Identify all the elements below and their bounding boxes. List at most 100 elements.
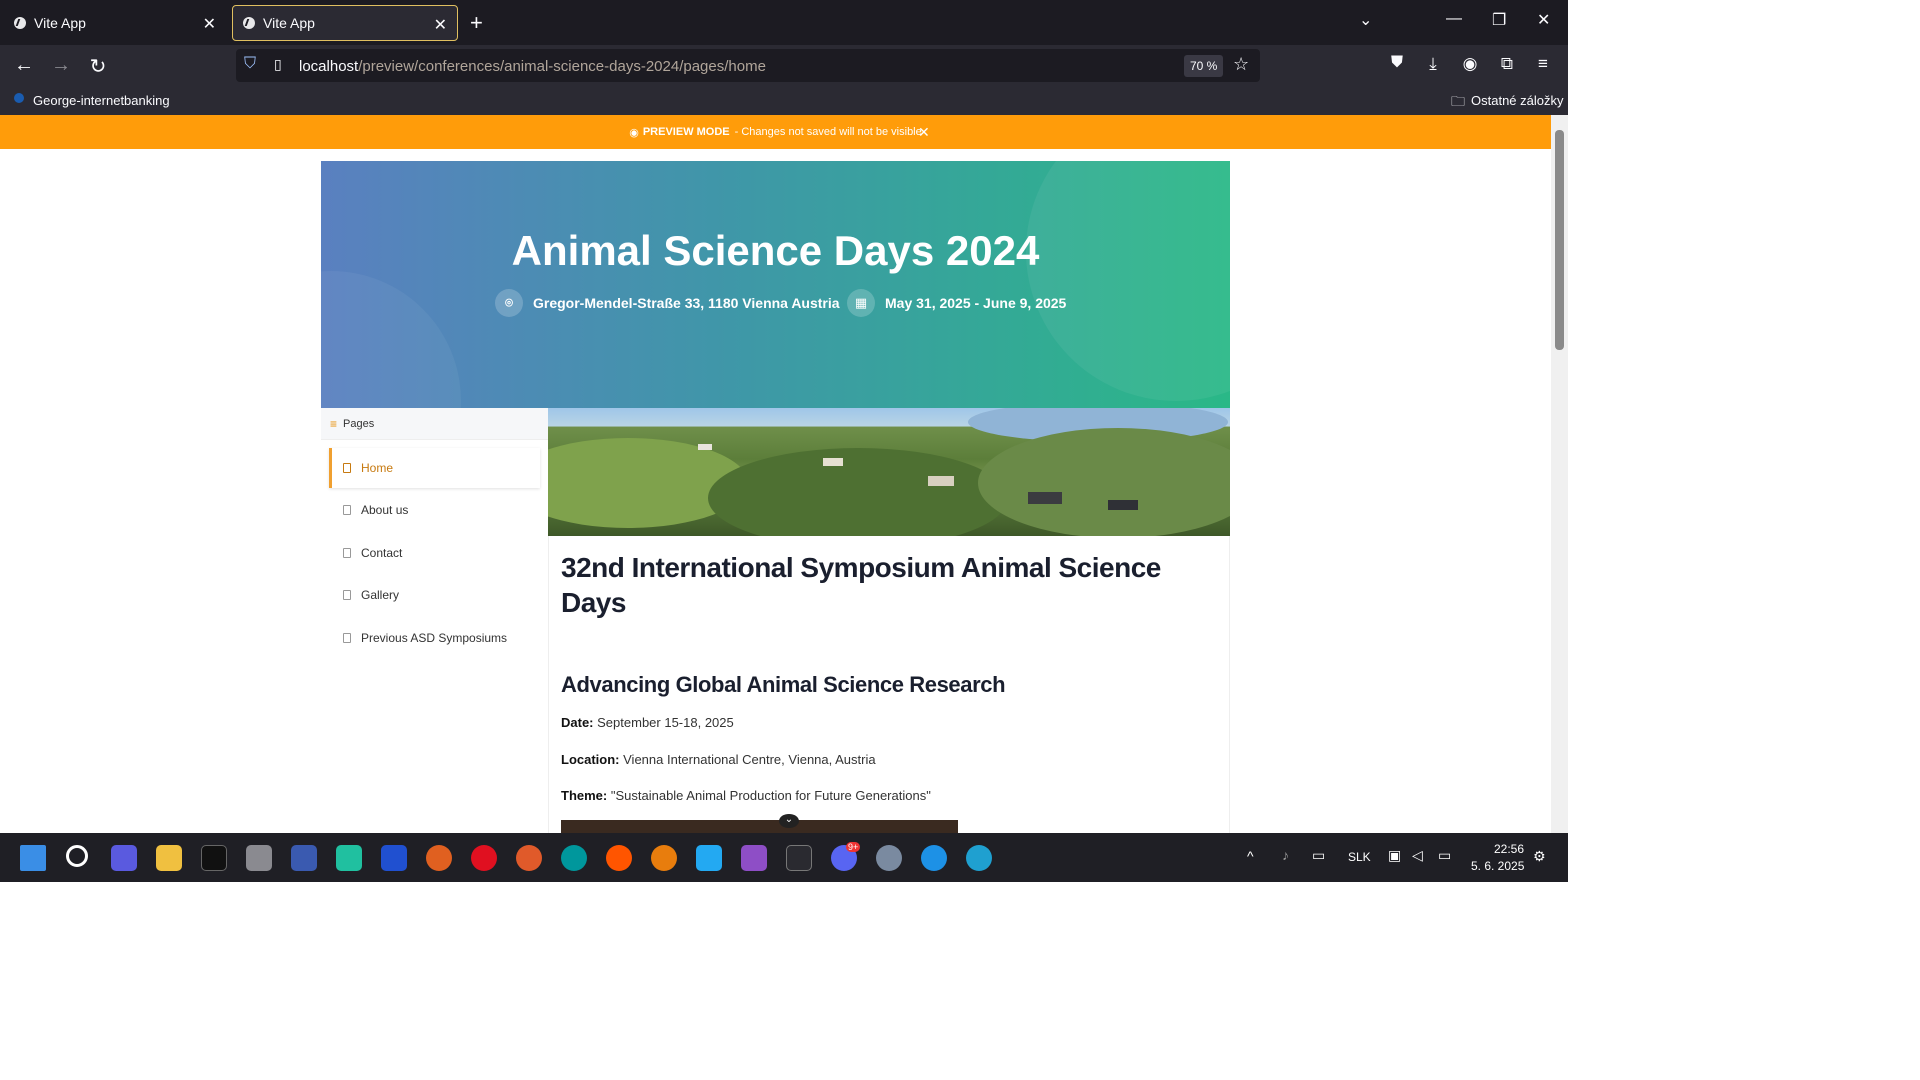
vite-favicon-icon: [14, 17, 26, 29]
date-value: September 15-18, 2025: [597, 715, 734, 730]
pocket-icon[interactable]: ⛊: [1385, 54, 1409, 72]
extensions-icon[interactable]: ⧉: [1495, 54, 1519, 74]
close-tab-icon[interactable]: ✕: [434, 15, 447, 35]
back-arrow-icon[interactable]: ←: [12, 54, 36, 77]
sidebar-item-gallery[interactable]: Gallery: [329, 575, 540, 615]
settings-gear-icon[interactable]: [876, 845, 902, 871]
sidebar-item-label: Previous ASD Symposiums: [361, 631, 508, 645]
scrollbar-thumb[interactable]: [1555, 130, 1564, 350]
page-icon[interactable]: ▯: [274, 56, 282, 73]
network-icon[interactable]: ▣: [1388, 847, 1401, 864]
list-icon: ≡: [330, 416, 338, 431]
location-label: Location:: [561, 752, 620, 767]
account-icon[interactable]: ◉: [1458, 54, 1482, 74]
sidebar-item-label: About us: [361, 503, 409, 517]
sidebar-item-contact[interactable]: Contact: [329, 533, 540, 573]
blender-icon[interactable]: [651, 845, 677, 871]
url-host: localhost: [299, 58, 359, 75]
windows-start-icon[interactable]: [20, 845, 46, 871]
minimize-button[interactable]: —: [1446, 10, 1462, 28]
app-d-icon[interactable]: [111, 845, 137, 871]
url-text[interactable]: localhost/preview/conferences/animal-sci…: [299, 58, 766, 75]
event-date: Date: September 15-18, 2025: [561, 715, 734, 730]
forward-arrow-icon[interactable]: →: [49, 54, 73, 77]
photo-building: [698, 444, 712, 450]
location-text: Gregor-Mendel-Straße 33, 1180 Vienna Aus…: [533, 295, 840, 311]
vscode-icon[interactable]: [696, 845, 722, 871]
clock-time[interactable]: 22:56: [1494, 842, 1524, 856]
tab-vite-app-2[interactable]: Vite App ✕: [232, 5, 458, 41]
docker-icon[interactable]: [921, 845, 947, 871]
page-article: 32nd International Symposium Animal Scie…: [548, 536, 1230, 833]
sidebar-item-home[interactable]: Home: [329, 448, 540, 488]
menu-icon[interactable]: ≡: [1531, 54, 1555, 74]
campus-aerial-photo: [548, 408, 1230, 536]
language-indicator[interactable]: SLK: [1348, 850, 1371, 864]
conference-dates: ▦ May 31, 2025 - June 9, 2025: [847, 289, 1066, 317]
embedded-video[interactable]: ⌄: [561, 814, 958, 833]
restore-button[interactable]: ❐: [1492, 10, 1506, 30]
terminal-icon[interactable]: [201, 845, 227, 871]
document-icon: [343, 463, 351, 473]
document-icon: [343, 633, 351, 643]
theme-label: Theme:: [561, 788, 608, 803]
photo-building: [1108, 500, 1138, 510]
new-tab-button[interactable]: +: [470, 10, 483, 36]
bookmark-george[interactable]: George-internetbanking: [33, 93, 170, 108]
soundcloud-icon[interactable]: [606, 845, 632, 871]
intellij-icon[interactable]: [381, 845, 407, 871]
preview-mode-banner: ◉ PREVIEW MODE - Changes not saved will …: [0, 115, 1551, 149]
davinci-resolve-icon[interactable]: [786, 845, 812, 871]
close-tab-icon[interactable]: ✕: [203, 14, 216, 34]
arduino-icon[interactable]: [561, 845, 587, 871]
sidebar-item-previous-symposiums[interactable]: Previous ASD Symposiums: [329, 618, 540, 658]
tab-list-chevron-icon[interactable]: ⌄: [1359, 10, 1372, 30]
clock-date[interactable]: 5. 6. 2025: [1471, 859, 1524, 873]
sidebar-heading: Pages: [343, 417, 375, 430]
bookmarks-bar: George-internetbanking 🗀 Ostatné záložky: [0, 87, 1568, 115]
battery-icon[interactable]: ▭: [1438, 847, 1451, 864]
location-value: Vienna International Centre, Vienna, Aus…: [623, 752, 876, 767]
sidebar-item-about-us[interactable]: About us: [329, 490, 540, 530]
address-bar[interactable]: ⛉ ▯ localhost/preview/conferences/animal…: [236, 49, 1260, 82]
photo-building: [1028, 492, 1062, 504]
keyboard-icon[interactable]: ▭: [1312, 847, 1325, 864]
document-icon: [343, 548, 351, 558]
bookmark-star-icon[interactable]: ☆: [1233, 54, 1249, 75]
event-location: Location: Vienna International Centre, V…: [561, 752, 876, 767]
close-window-button[interactable]: ✕: [1537, 10, 1550, 30]
photo-village: [978, 428, 1230, 536]
theme-value: "Sustainable Animal Production for Futur…: [610, 788, 931, 803]
network-app-icon[interactable]: [291, 845, 317, 871]
shield-icon[interactable]: ⛉: [244, 55, 256, 73]
chevron-down-icon[interactable]: ⌄: [779, 814, 799, 828]
chevron-up-icon[interactable]: ^: [1247, 848, 1254, 864]
document-icon: [343, 505, 351, 515]
bookmark-other-folder[interactable]: Ostatné záložky: [1471, 93, 1564, 108]
duckduckgo-icon[interactable]: [516, 845, 542, 871]
edge-icon[interactable]: [966, 845, 992, 871]
decorative-circle: [321, 271, 461, 408]
file-explorer-icon[interactable]: [156, 845, 182, 871]
windows-taskbar: 9+ ^ ♪ ▭ SLK ▣ ◁ ▭ 22:56 5. 6. 2025 ⚙: [0, 833, 1568, 882]
search-icon[interactable]: [66, 845, 88, 867]
date-label: Date:: [561, 715, 594, 730]
sidebar-header: ≡ Pages: [321, 408, 548, 440]
notifications-icon[interactable]: ⚙: [1533, 848, 1546, 865]
conference-location: ⌾ Gregor-Mendel-Straße 33, 1180 Vienna A…: [495, 289, 840, 317]
volume-icon[interactable]: ◁: [1412, 847, 1423, 864]
microphone-icon[interactable]: ♪: [1282, 847, 1289, 863]
reload-icon[interactable]: ↻: [86, 54, 110, 79]
zoom-indicator[interactable]: 70 %: [1184, 55, 1224, 77]
tab-title: Vite App: [34, 15, 86, 31]
tab-vite-app-1[interactable]: Vite App ✕: [4, 5, 226, 41]
opera-icon[interactable]: [471, 845, 497, 871]
document-icon: [343, 590, 351, 600]
calculator-icon[interactable]: [246, 845, 272, 871]
close-banner-icon[interactable]: ✕: [918, 124, 930, 141]
visual-studio-icon[interactable]: [741, 845, 767, 871]
pycharm-icon[interactable]: [336, 845, 362, 871]
download-icon[interactable]: ⤓: [1421, 54, 1445, 74]
firefox-icon[interactable]: [426, 845, 452, 871]
article-subtitle: Advancing Global Animal Science Research: [561, 672, 1006, 697]
